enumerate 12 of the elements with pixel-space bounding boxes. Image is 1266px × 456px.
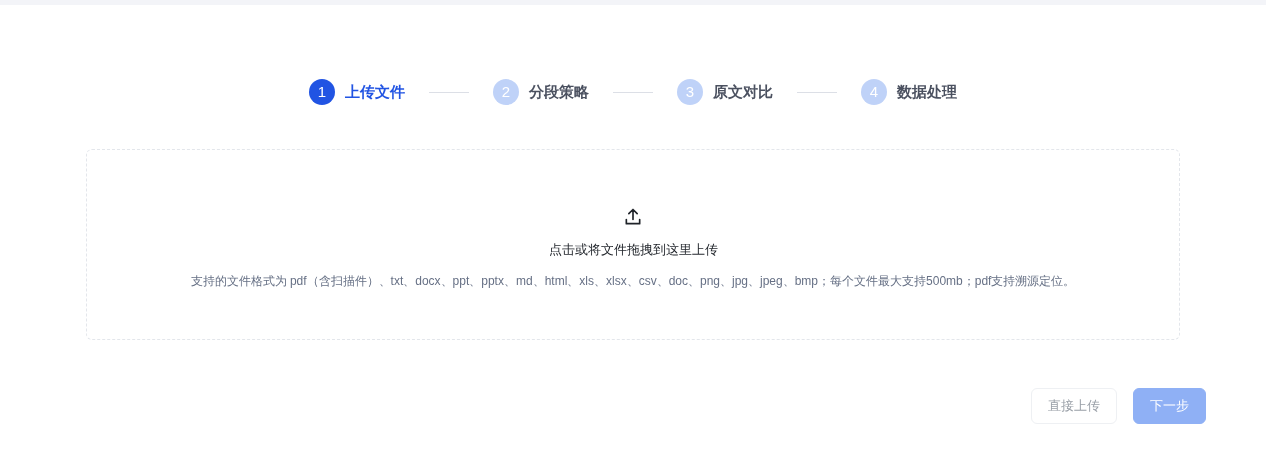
step-number: 1 bbox=[309, 79, 335, 105]
step-label: 上传文件 bbox=[345, 81, 405, 102]
upload-hint: 支持的文件格式为 pdf（含扫描件）、txt、docx、ppt、pptx、md、html、xls、xlsx、csv、doc、png、jpg、jpeg、bmp；每个文件最大支持500mb；pdf支持溯源定位。 bbox=[190, 272, 1076, 290]
step-label: 分段策略 bbox=[529, 81, 589, 102]
step-number: 4 bbox=[861, 79, 887, 105]
step-number: 3 bbox=[677, 79, 703, 105]
upload-dropzone[interactable]: 点击或将文件拖拽到这里上传 支持的文件格式为 pdf（含扫描件）、txt、docx、ppt、pptx、md、html、xls、xlsx、csv、doc、png、jpg、jpeg、bmp；每个文件最大支持500mb；pdf支持溯源定位。 bbox=[86, 149, 1180, 340]
step-label: 原文对比 bbox=[713, 81, 773, 102]
step-label: 数据处理 bbox=[897, 81, 957, 102]
step-number: 2 bbox=[493, 79, 519, 105]
upload-icon bbox=[623, 207, 643, 228]
upload-title: 点击或将文件拖拽到这里上传 bbox=[548, 241, 718, 260]
